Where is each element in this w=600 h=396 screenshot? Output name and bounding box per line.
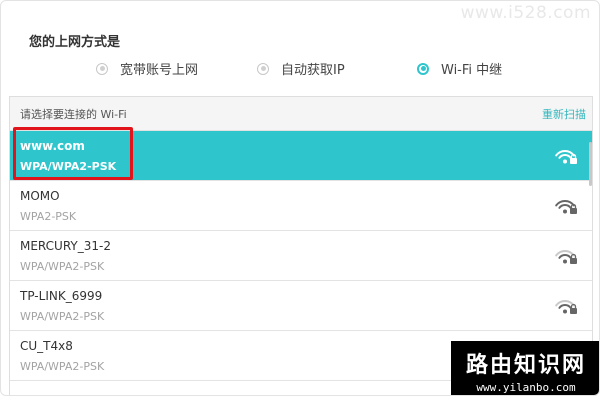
watermark-top: www.i528.com — [460, 3, 591, 23]
network-security: WPA/WPA2-PSK — [20, 160, 117, 173]
wifi-network-row[interactable]: www.com WPA/WPA2-PSK — [10, 131, 592, 181]
mode-label: Wi-Fi 中继 — [441, 63, 503, 78]
network-security: WPA/WPA2-PSK — [20, 310, 105, 323]
mode-label: 宽带账号上网 — [120, 63, 199, 78]
network-security: WPA/WPA2-PSK — [20, 360, 105, 373]
scrollbar[interactable] — [589, 142, 592, 186]
wifi-lock-icon — [555, 200, 577, 214]
wifi-network-row[interactable]: TP-LINK_6999 WPA/WPA2-PSK — [10, 281, 592, 331]
watermark-badge: 路由知识网 www.yilanbo.com — [451, 341, 599, 395]
radio-icon — [96, 62, 108, 75]
network-ssid: MERCURY_31-2 — [20, 239, 111, 253]
network-ssid: MOMO — [20, 189, 60, 203]
wifi-network-row[interactable]: MERCURY_31-2 WPA/WPA2-PSK — [10, 231, 592, 281]
wifi-lock-icon — [555, 250, 577, 264]
mode-label: 自动获取IP — [281, 63, 345, 78]
badge-url: www.yilanbo.com — [476, 381, 576, 394]
wifi-lock-icon — [555, 300, 577, 314]
page-title: 您的上网方式是 — [29, 35, 121, 50]
wifi-lock-icon — [555, 150, 577, 164]
radio-icon — [257, 62, 269, 75]
wifi-network-row[interactable]: MOMO WPA2-PSK — [10, 181, 592, 231]
wifi-list-label: 请选择要连接的 Wi-Fi — [20, 107, 127, 121]
network-ssid: www.com — [20, 139, 85, 153]
network-security: WPA/WPA2-PSK — [20, 260, 105, 273]
mode-wifi-repeater-radio[interactable]: Wi-Fi 中继 — [417, 59, 502, 78]
network-security: WPA2-PSK — [20, 210, 77, 223]
radio-selected-icon — [417, 62, 429, 75]
rescan-link[interactable]: 重新扫描 — [542, 106, 586, 122]
network-ssid: CU_T4x8 — [20, 339, 73, 353]
network-ssid: TP-LINK_6999 — [20, 289, 103, 303]
badge-title: 路由知识网 — [465, 352, 586, 378]
mode-broadband-radio[interactable]: 宽带账号上网 — [96, 59, 198, 78]
wifi-list-header: 请选择要连接的 Wi-Fi 重新扫描 — [10, 97, 592, 131]
router-setup-panel: www.i528.com 您的上网方式是 宽带账号上网 自动获取IP Wi-Fi… — [0, 0, 600, 396]
mode-dhcp-radio[interactable]: 自动获取IP — [257, 59, 345, 78]
connection-mode-group: 宽带账号上网 自动获取IP Wi-Fi 中继 — [1, 59, 599, 79]
